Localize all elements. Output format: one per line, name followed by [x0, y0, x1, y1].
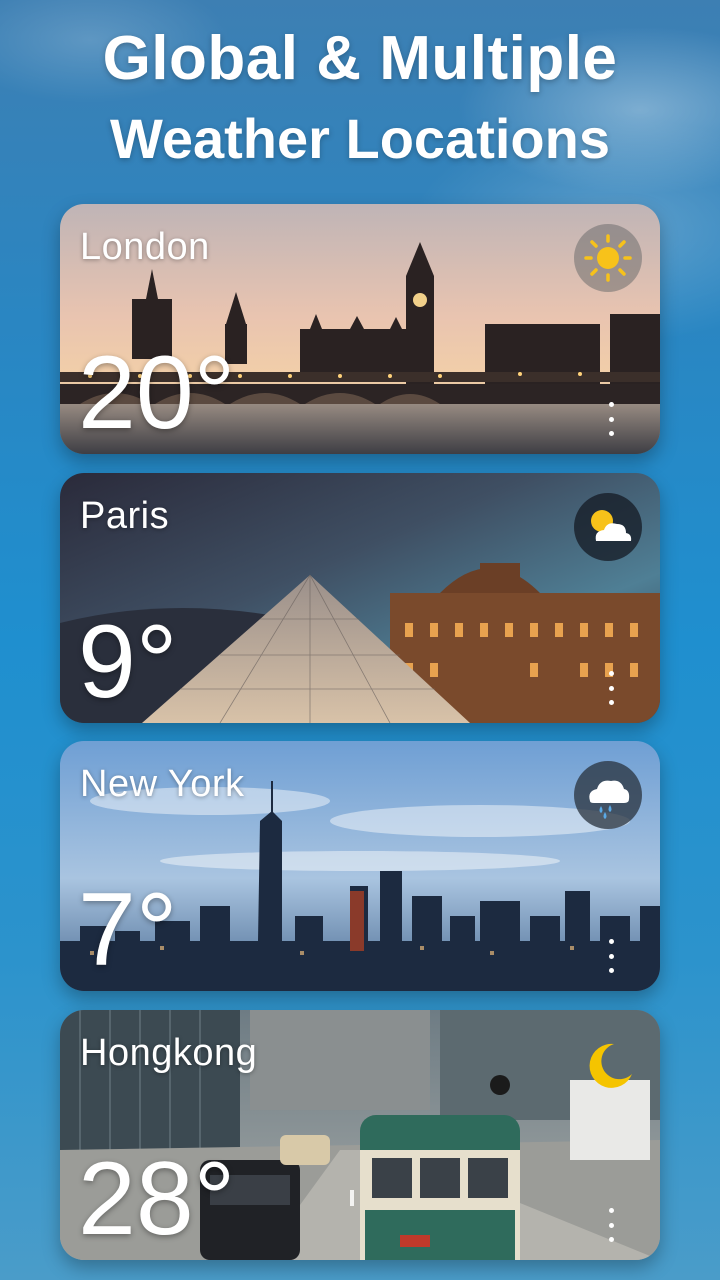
- more-options-icon[interactable]: [606, 1208, 616, 1242]
- location-card-london[interactable]: London 20°: [60, 204, 660, 454]
- city-name: Hongkong: [80, 1032, 258, 1074]
- city-name: London: [80, 226, 210, 268]
- more-options-icon[interactable]: [606, 939, 616, 973]
- city-name: Paris: [80, 495, 170, 537]
- temperature: 28°: [78, 1141, 236, 1257]
- location-card-paris[interactable]: Paris 9°: [60, 473, 660, 723]
- moon-icon: [574, 1030, 642, 1098]
- city-name: New York: [80, 763, 245, 805]
- rain-cloud-icon: [574, 761, 642, 829]
- location-card-hongkong[interactable]: Hongkong 28°: [60, 1010, 660, 1260]
- temperature: 7°: [78, 872, 178, 988]
- temperature: 20°: [78, 335, 236, 451]
- more-options-icon[interactable]: [606, 671, 616, 705]
- sun-icon: [574, 224, 642, 292]
- headline-line-1: Global & Multiple: [102, 24, 618, 93]
- location-card-new-york[interactable]: New York 7°: [60, 741, 660, 991]
- partly-cloudy-icon: [574, 493, 642, 561]
- headline-line-2: Weather Locations: [110, 107, 610, 170]
- temperature: 9°: [78, 604, 178, 720]
- more-options-icon[interactable]: [606, 402, 616, 436]
- promo-headline: Global & Multiple Weather Locations: [0, 22, 720, 174]
